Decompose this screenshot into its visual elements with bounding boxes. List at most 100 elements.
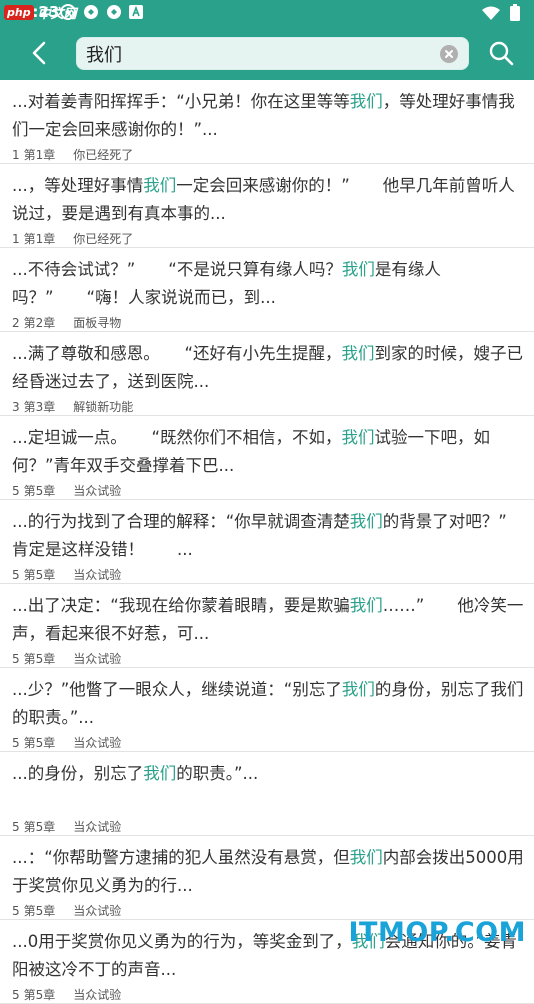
result-item[interactable]: ...不待会试试？” “不是说只算有缘人吗？我们是有缘人吗？” “嗨！人家说说而…	[0, 248, 534, 332]
result-item[interactable]: ...少？”他瞥了一眼众人，继续说道：“别忘了我们的身份，别忘了我们的职责。”.…	[0, 668, 534, 752]
notification-app-icon	[106, 4, 122, 20]
excerpt-before: ...满了尊敬和感恩。 “还好有小先生提醒，	[12, 344, 342, 363]
excerpt-before: ...，等处理好事情	[12, 176, 144, 195]
excerpt-match: 我们	[349, 512, 383, 531]
excerpt-before: ...出了决定：“我现在给你蒙着眼睛，要是欺骗	[12, 596, 350, 615]
excerpt-match: 我们	[341, 260, 375, 279]
chapter-title: 你已经死了	[73, 232, 134, 246]
result-meta: 5 第5章 当众试验	[12, 482, 125, 499]
notification-app-icon	[83, 4, 99, 20]
chapter-title: 面板寻物	[73, 316, 122, 330]
chapter-title: 当众试验	[73, 904, 122, 918]
result-excerpt: ...对着姜青阳挥挥手：“小兄弟！你在这里等等我们，等处理好事情我们一定会回来感…	[12, 88, 524, 144]
result-meta: 3 第3章 解锁新功能	[12, 398, 137, 415]
excerpt-match: 我们	[349, 596, 383, 615]
chapter-title: 解锁新功能	[73, 400, 134, 414]
result-excerpt: ...出了决定：“我现在给你蒙着眼睛，要是欺骗我们……” 他冷笑一声，看起来很不…	[12, 592, 524, 648]
chapter-title: 当众试验	[73, 484, 122, 498]
chapter-number: 2	[12, 316, 20, 330]
chapter-label: 第5章	[23, 568, 56, 582]
result-excerpt: ...定坦诚一点。 “既然你们不相信，不如，我们试验一下吧，如何？”青年双手交叠…	[12, 424, 524, 480]
watermark-site: 中文网	[37, 6, 77, 22]
result-item[interactable]: ...，等处理好事情我们一定会回来感谢你的！” 他早几年前曾听人说过，要是遇到有…	[0, 164, 534, 248]
excerpt-match: 我们	[143, 764, 177, 783]
result-meta: 5 第5章 当众试验	[12, 818, 125, 835]
excerpt-after: 的职责。”...	[176, 764, 259, 783]
chapter-number: 5	[12, 484, 20, 498]
app-bar: 4:23 php 中文网	[0, 0, 534, 80]
close-icon	[445, 50, 453, 58]
chevron-left-icon	[32, 41, 46, 65]
search-box[interactable]	[76, 37, 469, 70]
excerpt-before: ...0用于奖赏你见义勇为的行为，等奖金到了，	[12, 932, 352, 951]
result-excerpt: ...不待会试试？” “不是说只算有缘人吗？我们是有缘人吗？” “嗨！人家说说而…	[12, 256, 524, 312]
chapter-label: 第5章	[23, 904, 56, 918]
result-meta: 5 第5章 当众试验	[12, 566, 125, 583]
chapter-number: 5	[12, 568, 20, 582]
excerpt-match: 我们	[341, 428, 375, 447]
chapter-number: 5	[12, 736, 20, 750]
result-item[interactable]: ...满了尊敬和感恩。 “还好有小先生提醒，我们到家的时候，嫂子已经昏迷过去了，…	[0, 332, 534, 416]
wifi-icon	[482, 5, 500, 24]
result-meta: 5 第5章 当众试验	[12, 986, 125, 1003]
chapter-label: 第1章	[23, 148, 56, 162]
chapter-number: 5	[12, 904, 20, 918]
result-excerpt: ...少？”他瞥了一眼众人，继续说道：“别忘了我们的身份，别忘了我们的职责。”.…	[12, 676, 524, 732]
chapter-label: 第5章	[23, 988, 56, 1002]
chapter-title: 当众试验	[73, 736, 122, 750]
chapter-number: 5	[12, 988, 20, 1002]
search-input[interactable]	[86, 38, 426, 69]
chapter-number: 3	[12, 400, 20, 414]
excerpt-match: 我们	[349, 848, 383, 867]
chapter-title: 当众试验	[73, 652, 122, 666]
chapter-label: 第5章	[23, 484, 56, 498]
notification-letter-icon	[129, 4, 145, 20]
result-excerpt: ...：“你帮助警方逮捕的犯人虽然没有悬赏，但我们内部会拨出5000用于奖赏你见…	[12, 844, 524, 900]
chapter-label: 第1章	[23, 232, 56, 246]
result-excerpt: ...的行为找到了合理的解释：“你早就调查清楚我们的背景了对吧？” 肯定是这样没…	[12, 508, 524, 564]
search-icon	[489, 41, 514, 66]
chapter-label: 第5章	[23, 736, 56, 750]
search-button[interactable]	[484, 36, 518, 70]
excerpt-match: 我们	[341, 344, 375, 363]
result-meta: 5 第5章 当众试验	[12, 650, 125, 667]
excerpt-before: ...少？”他瞥了一眼众人，继续说道：“别忘了	[12, 680, 342, 699]
excerpt-match: 我们	[143, 176, 177, 195]
result-meta: 2 第2章 面板寻物	[12, 314, 125, 331]
search-results-list: ...对着姜青阳挥挥手：“小兄弟！你在这里等等我们，等处理好事情我们一定会回来感…	[0, 80, 534, 1004]
result-meta: 5 第5章 当众试验	[12, 734, 125, 751]
result-item[interactable]: ...定坦诚一点。 “既然你们不相信，不如，我们试验一下吧，如何？”青年双手交叠…	[0, 416, 534, 500]
system-icons	[482, 4, 520, 25]
result-meta: 1 第1章 你已经死了	[12, 146, 137, 163]
chapter-title: 当众试验	[73, 820, 122, 834]
watermark-bottom: ITMOP.COM	[348, 917, 526, 948]
result-excerpt: ...满了尊敬和感恩。 “还好有小先生提醒，我们到家的时候，嫂子已经昏迷过去了，…	[12, 340, 524, 396]
chapter-number: 5	[12, 820, 20, 834]
excerpt-before: ...的行为找到了合理的解释：“你早就调查清楚	[12, 512, 350, 531]
result-item[interactable]: ...：“你帮助警方逮捕的犯人虽然没有悬赏，但我们内部会拨出5000用于奖赏你见…	[0, 836, 534, 920]
result-item[interactable]: ...对着姜青阳挥挥手：“小兄弟！你在这里等等我们，等处理好事情我们一定会回来感…	[0, 80, 534, 164]
excerpt-match: 我们	[349, 92, 383, 111]
result-meta: 1 第1章 你已经死了	[12, 230, 137, 247]
back-button[interactable]	[24, 36, 54, 70]
clear-search-button[interactable]	[440, 45, 458, 63]
chapter-number: 1	[12, 232, 20, 246]
excerpt-before: ...不待会试试？” “不是说只算有缘人吗？	[12, 260, 342, 279]
excerpt-match: 我们	[341, 680, 375, 699]
chapter-label: 第3章	[23, 400, 56, 414]
battery-icon	[510, 4, 520, 25]
chapter-label: 第5章	[23, 820, 56, 834]
chapter-label: 第2章	[23, 316, 56, 330]
excerpt-before: ...：“你帮助警方逮捕的犯人虽然没有悬赏，但	[12, 848, 350, 867]
excerpt-before: ...的身份，别忘了	[12, 764, 144, 783]
watermark-badge: php	[4, 4, 34, 20]
chapter-label: 第5章	[23, 652, 56, 666]
result-item[interactable]: ...的身份，别忘了我们的职责。”... 5 第5章 当众试验	[0, 752, 534, 836]
result-item[interactable]: ...出了决定：“我现在给你蒙着眼睛，要是欺骗我们……” 他冷笑一声，看起来很不…	[0, 584, 534, 668]
chapter-title: 当众试验	[73, 988, 122, 1002]
result-item[interactable]: ...的行为找到了合理的解释：“你早就调查清楚我们的背景了对吧？” 肯定是这样没…	[0, 500, 534, 584]
chapter-title: 当众试验	[73, 568, 122, 582]
excerpt-before: ...定坦诚一点。 “既然你们不相信，不如，	[12, 428, 342, 447]
watermark-logo: php 中文网	[0, 0, 81, 24]
chapter-number: 1	[12, 148, 20, 162]
